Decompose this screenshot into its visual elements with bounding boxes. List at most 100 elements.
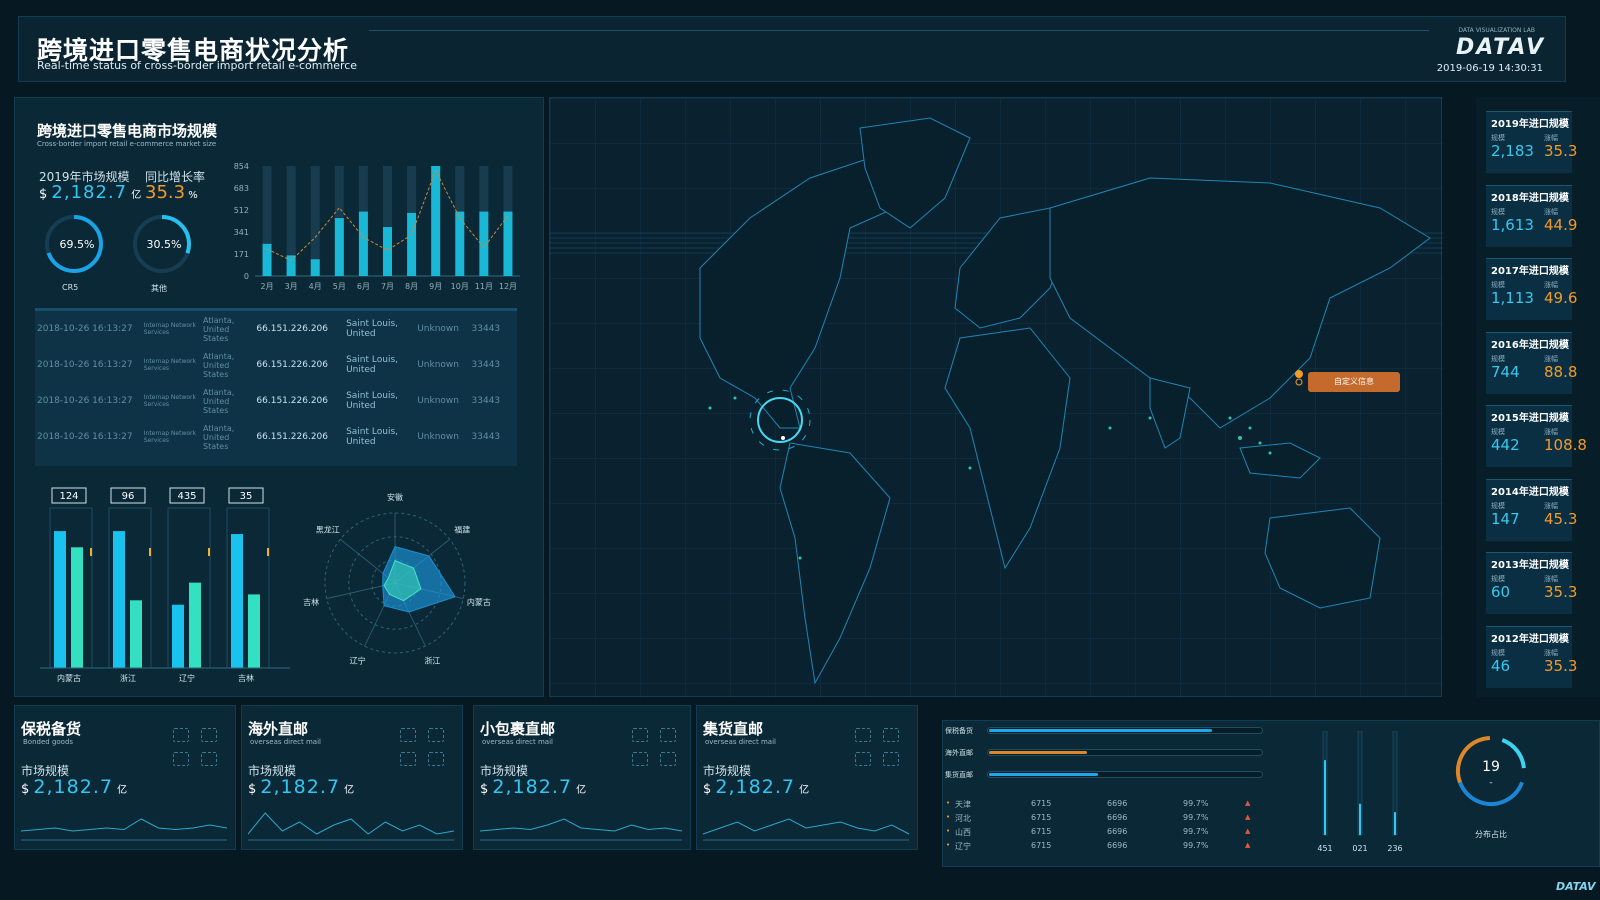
- progress-label: 保税备货: [945, 727, 973, 735]
- bar: [455, 211, 465, 276]
- x-tick-label: 3月: [285, 282, 298, 291]
- log-time: 2018-10-26 16:13:27: [37, 396, 133, 406]
- year-card-title: 2017年进口规模: [1491, 266, 1569, 277]
- expand-icon[interactable]: [883, 728, 899, 742]
- expand-icon[interactable]: [201, 728, 217, 742]
- province-value-b: 6696: [1107, 827, 1128, 836]
- progress-track: [987, 749, 1263, 756]
- radar-axis-label: 浙江: [424, 655, 440, 665]
- logo-caption: DATA VISUALIZATION LAB: [1458, 27, 1535, 34]
- segment-card: 海外直邮 overseas direct mail 市场规模 $ 2,182.7 亿: [241, 705, 463, 850]
- expand-icon[interactable]: [855, 752, 871, 766]
- expand-icon[interactable]: [173, 752, 189, 766]
- year-card-scale: 1,613: [1491, 215, 1534, 234]
- vertical-gauge-bars: 451 021 236: [1317, 731, 1403, 853]
- marker: [149, 548, 151, 556]
- y-tick-label: 854: [234, 162, 249, 171]
- segment-title: 海外直邮: [248, 720, 309, 738]
- vbar-label: 236: [1387, 844, 1402, 853]
- year-card[interactable]: 2012年进口规模 规模 涨幅 46 35.3: [1486, 625, 1577, 688]
- year-card[interactable]: 2017年进口规模 规模 涨幅 1,113 49.6: [1486, 258, 1577, 320]
- world-map-panel: 自定义信息: [549, 97, 1443, 698]
- segment-title: 集货直邮: [703, 720, 764, 738]
- log-row[interactable]: 2018-10-26 16:13:27 Internap Network Serv…: [35, 311, 517, 347]
- footer-logo: DATAV: [1556, 880, 1596, 893]
- segment-card: 小包裹直邮 overseas direct mail 市场规模 $ 2,182.7 亿: [473, 705, 691, 850]
- year-card-scale: 147: [1491, 509, 1520, 528]
- y-tick-label: 683: [234, 184, 249, 193]
- radar-axis-label: 黑龙江: [316, 524, 340, 534]
- province-name: 天津: [955, 800, 971, 809]
- log-status: Unknown: [417, 360, 459, 370]
- expand-icon[interactable]: [428, 752, 444, 766]
- header-divider: [369, 30, 1429, 31]
- year-card-growth: 88.8: [1544, 362, 1578, 381]
- progress-track: [987, 771, 1263, 778]
- province-value-a: 6715: [1031, 841, 1052, 850]
- log-ip: 66.151.226.206: [256, 324, 328, 334]
- vbar-fill: [1359, 803, 1361, 835]
- year-card-growth: 49.6: [1544, 289, 1578, 307]
- y-tick-label: 0: [244, 272, 249, 281]
- province-pct: 99.7%: [1183, 813, 1209, 822]
- sparkline-path: [248, 812, 455, 835]
- x-tick-label: 7月: [381, 282, 394, 291]
- up-arrow-icon: ▲: [1245, 841, 1251, 849]
- year-card[interactable]: 2018年进口规模 规模 涨幅 1,613 44.9: [1486, 184, 1577, 247]
- scale-value: $ 2,182.7 亿: [39, 182, 141, 203]
- year-card-scale: 60: [1491, 583, 1511, 601]
- year-card-title: 2015年进口规模: [1491, 413, 1569, 424]
- bullet-icon: •: [946, 799, 951, 807]
- province-name: 河北: [955, 814, 971, 823]
- expand-icon[interactable]: [201, 752, 217, 766]
- expand-icon[interactable]: [883, 752, 899, 766]
- expand-icon[interactable]: [400, 728, 416, 742]
- expand-icon[interactable]: [173, 728, 189, 742]
- segment-number: 2,182.7: [715, 776, 795, 798]
- year-card-growth: 35.3: [1544, 583, 1578, 601]
- bar-primary: [113, 531, 125, 668]
- expand-icon[interactable]: [660, 728, 676, 742]
- x-tick-label: 辽宁: [179, 673, 195, 683]
- year-card[interactable]: 2014年进口规模 规模 涨幅 147 45.3: [1486, 478, 1577, 541]
- market-subtitle: Cross-border import retail e-commerce ma…: [37, 140, 217, 148]
- year-card[interactable]: 2019年进口规模 规模 涨幅 2,183 35.3: [1486, 111, 1577, 173]
- value-label: 124: [59, 491, 78, 502]
- gauge-value-cr5: 69.5%: [59, 238, 95, 251]
- expand-icon[interactable]: [632, 752, 648, 766]
- world-map[interactable]: [550, 98, 1443, 698]
- province-value-b: 6696: [1107, 841, 1128, 850]
- log-row[interactable]: 2018-10-26 16:13:27 Internap Network Serv…: [35, 383, 517, 419]
- log-port: 33443: [471, 360, 501, 370]
- segment-sparkline: [248, 812, 455, 841]
- x-tick-label: 浙江: [120, 673, 136, 683]
- sparkline-path: [480, 818, 683, 832]
- segment-unit: 亿: [344, 785, 355, 796]
- bar: [310, 259, 320, 276]
- map-tooltip[interactable]: 自定义信息: [1308, 372, 1400, 392]
- year-card-growth: 35.3: [1544, 656, 1578, 675]
- log-dest: Saint Louis, United: [346, 427, 399, 447]
- expand-icon[interactable]: [632, 728, 648, 742]
- year-card[interactable]: 2016年进口规模 规模 涨幅 744 88.8: [1486, 331, 1577, 394]
- year-card[interactable]: 2013年进口规模 规模 涨幅 60 35.3: [1486, 552, 1577, 614]
- expand-icon[interactable]: [855, 728, 871, 742]
- year-card[interactable]: 2015年进口规模 规模 涨幅 442 108.8: [1486, 405, 1587, 467]
- province-value-b: 6696: [1107, 799, 1128, 808]
- expand-icon[interactable]: [400, 752, 416, 766]
- log-row[interactable]: 2018-10-26 16:13:27 Internap Network Serv…: [35, 347, 517, 383]
- province-radar-chart: 安徽福建内蒙古浙江 辽宁 吉林 黑龙江: [303, 492, 491, 665]
- log-row[interactable]: 2018-10-26 16:13:27 Internap Network Serv…: [35, 419, 517, 455]
- value-label: 35: [240, 491, 253, 502]
- gauge-value-other: 30.5%: [146, 238, 182, 251]
- expand-icon[interactable]: [428, 728, 444, 742]
- expand-icon[interactable]: [660, 752, 676, 766]
- radar-axis-label: 辽宁: [350, 655, 366, 665]
- bar-secondary: [189, 582, 201, 668]
- log-dest: Saint Louis, United: [346, 319, 399, 339]
- province-pct: 99.7%: [1183, 827, 1209, 836]
- gauge-label-other: 其他: [151, 284, 167, 293]
- ring-value: 19: [1482, 759, 1500, 775]
- y-tick-label: 171: [234, 250, 249, 259]
- y-tick-label: 341: [234, 228, 249, 237]
